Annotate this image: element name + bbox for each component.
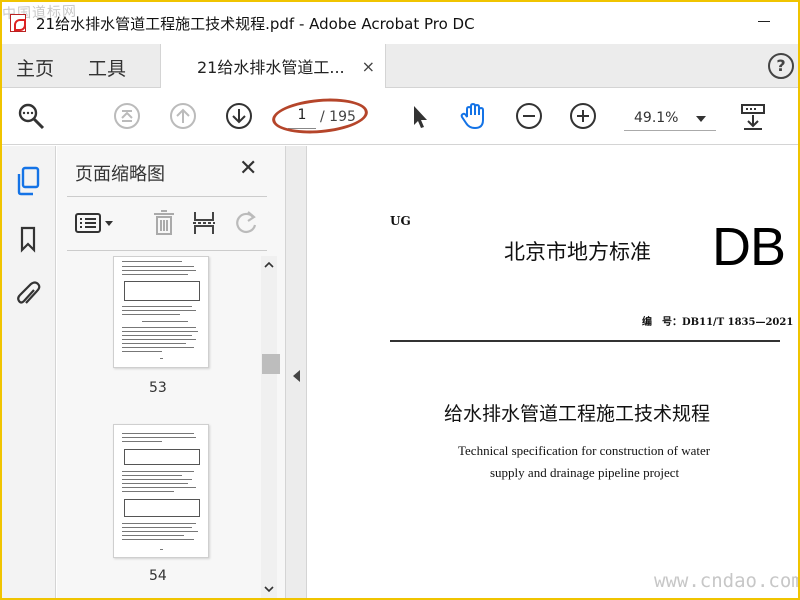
document-view: UG 北京市地方标准 DB 编 号：DB11/T 1835—2021 给水排水管…: [308, 146, 798, 598]
panel-title: 页面缩略图: [75, 164, 165, 185]
panel-splitter[interactable]: [285, 146, 307, 598]
options-menu-icon[interactable]: [73, 208, 117, 238]
prev-page-icon[interactable]: [168, 101, 198, 131]
attachment-icon[interactable]: [14, 280, 42, 310]
annotation-ellipse: [270, 94, 370, 138]
navigation-rail: [2, 146, 56, 598]
thumbnail-page-54[interactable]: [113, 424, 209, 558]
thumbnail-page-label: 54: [149, 568, 167, 584]
scroll-mode-icon[interactable]: [738, 101, 768, 131]
collapse-panel-icon[interactable]: [293, 370, 300, 382]
chevron-down-icon[interactable]: [264, 584, 274, 594]
thumbnail-scrollbar[interactable]: [261, 256, 280, 598]
title-bar: 中国道标网 21给水排水管道工程施工技术规程.pdf - Adobe Acrob…: [2, 2, 798, 44]
zoom-in-icon[interactable]: [568, 101, 598, 131]
rotate-icon[interactable]: [231, 208, 261, 238]
select-cursor-icon[interactable]: [404, 101, 434, 131]
doc-standard-title: 北京市地方标准: [504, 240, 651, 264]
tab-document-label: 21给水排水管道工...: [197, 58, 345, 77]
doc-title-en-line2: supply and drainage pipeline project: [490, 465, 680, 480]
doc-title-cn: 给水排水管道工程施工技术规程: [444, 403, 711, 425]
url-watermark: www.cndao.com: [654, 570, 798, 592]
window-title: 21给水排水管道工程施工技术规程.pdf - Adobe Acrobat Pro…: [36, 14, 475, 33]
acrobat-window: 中国道标网 21给水排水管道工程施工技术规程.pdf - Adobe Acrob…: [2, 2, 798, 598]
insert-page-icon[interactable]: [189, 208, 219, 238]
thumbnail-panel: 页面缩略图 ✕ 53 54: [57, 146, 285, 598]
divider: [67, 250, 267, 251]
tab-tools[interactable]: 工具: [88, 54, 126, 81]
panel-toolbar: [57, 202, 285, 244]
doc-ug-label: UG: [390, 214, 411, 228]
close-icon[interactable]: ✕: [239, 156, 257, 181]
chevron-up-icon[interactable]: [264, 260, 274, 270]
trash-icon[interactable]: [149, 208, 179, 238]
scrollbar-thumb[interactable]: [262, 354, 280, 374]
divider: [67, 196, 267, 197]
next-page-icon[interactable]: [224, 101, 254, 131]
bookmark-icon[interactable]: [14, 224, 42, 254]
doc-title-en-line1: Technical specification for construction…: [458, 443, 711, 458]
thumbnail-page-label: 53: [149, 380, 167, 396]
chevron-down-icon[interactable]: [696, 116, 706, 122]
tab-bar: 主页 工具 21给水排水管道工... × ?: [2, 44, 798, 88]
pdf-file-icon: [10, 14, 26, 32]
tab-close-button[interactable]: ×: [362, 57, 375, 76]
first-page-icon[interactable]: [112, 101, 142, 131]
main-toolbar: 1 / 195 49.1%: [2, 89, 798, 145]
doc-db-mark: DB: [712, 217, 786, 277]
page-thumbnails-icon[interactable]: [14, 166, 42, 196]
thumbnail-page-53[interactable]: [113, 256, 209, 368]
help-icon[interactable]: ?: [768, 53, 794, 79]
tab-home[interactable]: 主页: [16, 54, 54, 81]
search-icon[interactable]: [16, 101, 46, 131]
tab-document[interactable]: 21给水排水管道工... ×: [160, 44, 386, 88]
doc-standard-code: 编 号：DB11/T 1835—2021: [642, 317, 794, 328]
hand-tool-icon[interactable]: [458, 101, 488, 131]
zoom-out-icon[interactable]: [514, 101, 544, 131]
thumbnail-list: 53 54: [57, 256, 261, 598]
doc-rule: [390, 340, 780, 342]
minimize-button[interactable]: [756, 14, 772, 30]
